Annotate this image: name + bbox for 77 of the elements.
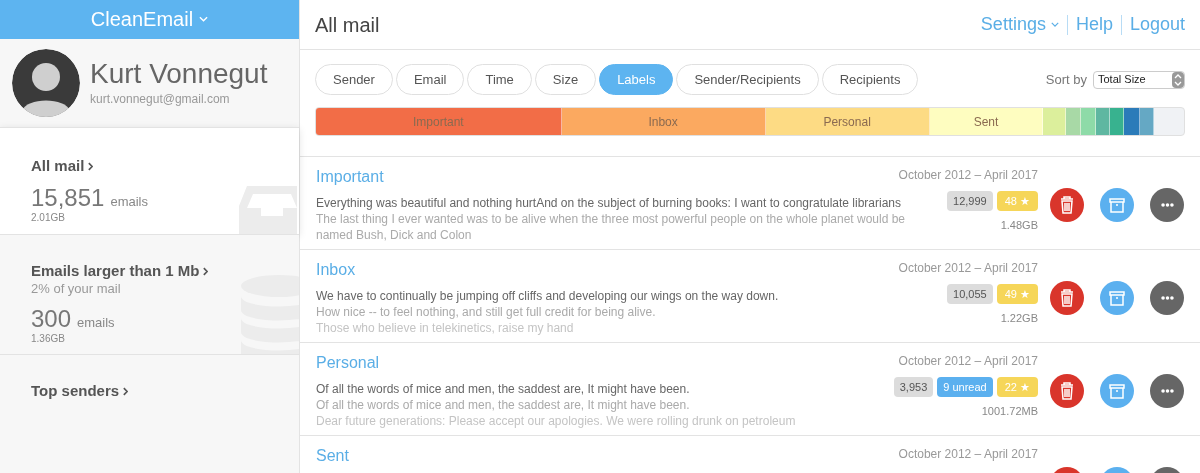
size-segment[interactable] [1124,108,1140,135]
sort-label: Sort by [1045,70,1087,89]
user-name: Kurt Vonnegut [90,57,268,90]
section-title[interactable]: Top senders [31,380,268,401]
size-segment[interactable] [1110,108,1125,135]
archive-box-icon [1109,289,1125,307]
filter-tab[interactable]: Sender [315,64,393,95]
more-button[interactable] [1150,374,1184,408]
message-preview: Dear future generations: Please accept our apologies. We were rolling drunk on petroleum [316,413,797,429]
filter-tab[interactable]: Recipients [821,64,919,95]
more-icon [1160,203,1174,207]
size-segment[interactable] [1096,108,1111,135]
filter-tab[interactable]: Time [467,64,532,95]
date-range: October 2012 – April 2017 [898,446,1038,462]
trash-icon [1059,289,1075,307]
section-title[interactable]: All mail [31,156,268,177]
chevron-right-icon [203,267,209,277]
filter-tab[interactable]: Sender/Recipients [676,64,819,95]
archive-box-icon [1109,382,1125,400]
up-down-arrows-icon [1172,71,1184,88]
message-preview: Everything was beautiful and nothing hurtAnd on the subject of burning books: I want to congratulate librarians [316,195,903,211]
trash-icon [1059,382,1075,400]
starred-badge: 49 ★ [996,284,1038,304]
more-button[interactable] [1150,188,1184,222]
section-title[interactable]: Emails larger than 1 Mb [31,261,268,282]
archive-button[interactable] [1100,374,1134,408]
archive-box-icon [1109,196,1125,214]
brand-title: CleanEmail [90,7,194,33]
chevron-right-icon [123,386,129,396]
trash-icon [1059,196,1075,214]
archive-button[interactable] [1100,281,1134,315]
more-icon [1160,296,1174,300]
inbox-tray-icon [239,184,299,235]
avatar [12,48,80,117]
message-preview: We have to continually be jumping off cliffs and developing our wings on the way down. [316,288,780,304]
size-segment[interactable]: Personal [765,108,930,135]
starred-badge: 48 ★ [996,191,1038,211]
filter-tab[interactable]: Email [395,64,465,95]
count-unit: emails [77,314,115,333]
email-count: 300 [31,305,72,334]
section-subtitle: 2% of your mail [31,281,122,298]
count-badge: 10,055 [947,284,993,304]
more-button[interactable] [1150,281,1184,315]
chevron-right-icon [88,162,94,172]
filter-tab[interactable]: Size [534,64,597,95]
chevron-down-icon [1050,22,1059,27]
email-count: 15,851 [31,184,105,213]
chevron-down-icon [199,16,209,23]
unread-badge: 9 unread [937,377,993,397]
more-icon [1160,389,1174,393]
sidebar-card[interactable]: All mail 15,851 emails 2.01GB [0,127,299,235]
sort-select[interactable]: Total Size [1093,70,1185,89]
size-segment[interactable]: Sent [929,108,1044,135]
count-unit: emails [110,193,148,212]
delete-button[interactable] [1050,188,1084,222]
size-text: 1.22GB [1000,311,1038,326]
message-preview: Of all the words of mice and men, the saddest are, It might have been. [316,397,691,413]
archive-button[interactable] [1100,188,1134,222]
size-text: 2.01GB [31,212,66,225]
size-text: 1.48GB [1000,218,1038,233]
page-title: All mail [315,12,381,38]
message-preview: Those who believe in telekinetics, raise my hand [316,320,575,336]
starred-badge: 22 ★ [996,377,1038,397]
user-email: kurt.vonnegut@gmail.com [90,90,231,108]
count-badge: 12,999 [947,191,993,211]
delete-button[interactable] [1050,374,1084,408]
date-range: October 2012 – April 2017 [898,260,1038,276]
delete-button[interactable] [1050,281,1084,315]
sidebar-card[interactable]: Emails larger than 1 Mb 2% of your mail 300 emails 1.36GB [0,234,299,354]
size-text: 1001.72MB [981,404,1038,419]
size-text: 1.36GB [31,333,66,346]
message-preview: Of all the words of mice and men, the saddest are, It might have been. [316,381,691,397]
date-range: October 2012 – April 2017 [898,167,1038,183]
message-preview: How nice -- to feel nothing, and still get full credit for being alive. [316,304,657,320]
message-preview: The last thing I ever wanted was to be alive when the three most powerful people on the whole planet would be named Bush, Dick and Colon [316,211,907,243]
count-badge: 3,953 [893,377,934,397]
date-range: October 2012 – April 2017 [898,353,1038,369]
